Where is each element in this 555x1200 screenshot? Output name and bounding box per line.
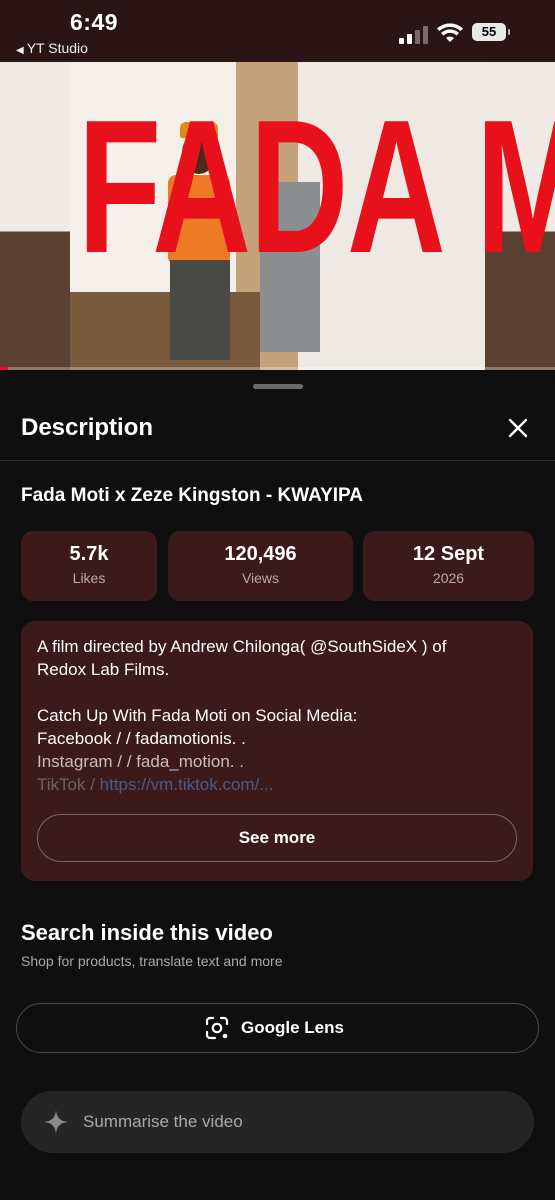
- description-line: Catch Up With Fada Moti on Social Media:: [37, 706, 358, 725]
- video-overlay-title: FADA MOTI: [77, 81, 555, 293]
- google-lens-icon: [205, 1016, 229, 1040]
- wifi-icon: [437, 23, 463, 42]
- battery-icon: 55: [472, 23, 510, 41]
- back-arrow-icon: ◀: [16, 45, 24, 56]
- summarise-placeholder: Summarise the video: [83, 1112, 243, 1131]
- stat-views: 120,496 Views: [168, 531, 353, 601]
- description-box[interactable]: A film directed by Andrew Chilonga( @Sou…: [21, 621, 533, 881]
- back-to-app-link[interactable]: ◀ YT Studio: [16, 40, 88, 56]
- description-sheet: Description Fada Moti x Zeze Kingston - …: [0, 370, 555, 1200]
- description-line: A film directed by Andrew Chilonga( @Sou…: [37, 637, 447, 656]
- description-line: TikTok / https://vm.tiktok.com/...: [37, 773, 517, 796]
- back-app-label: YT Studio: [26, 40, 88, 56]
- google-lens-button[interactable]: Google Lens: [16, 1003, 539, 1053]
- google-lens-label: Google Lens: [241, 1018, 344, 1037]
- description-line: Instagram / / fada_motion. .: [37, 752, 244, 771]
- stat-date: 12 Sept 2026: [363, 531, 534, 601]
- stat-label: Views: [241, 570, 280, 586]
- tiktok-link[interactable]: https://vm.tiktok.com/...: [100, 775, 274, 794]
- stat-value: 120,496: [224, 543, 297, 565]
- description-line: Redox Lab Films.: [37, 660, 170, 679]
- sparkle-icon: [44, 1110, 68, 1134]
- stat-value: 12 Sept: [412, 543, 485, 565]
- see-more-button[interactable]: See more: [37, 814, 517, 862]
- signal-icon: [399, 26, 429, 44]
- stat-label: Likes: [72, 570, 106, 586]
- status-bar: 6:49 ◀ YT Studio 55: [0, 0, 555, 62]
- description-text: A film directed by Andrew Chilonga( @Sou…: [37, 635, 517, 796]
- stat-value: 5.7k: [69, 543, 109, 565]
- search-section-subtitle: Shop for products, translate text and mo…: [21, 953, 283, 969]
- sheet-drag-handle[interactable]: [253, 384, 303, 389]
- description-line: Facebook / / fadamotionis. .: [37, 729, 246, 748]
- sheet-title: Description: [21, 414, 154, 441]
- search-section-title: Search inside this video: [21, 920, 273, 945]
- description-line-prefix: TikTok /: [37, 775, 100, 794]
- close-icon[interactable]: [506, 416, 530, 440]
- video-player[interactable]: FADA MOTI: [0, 62, 555, 370]
- stat-likes: 5.7k Likes: [21, 531, 157, 601]
- video-frame-left: [0, 62, 70, 370]
- stat-label: 2026: [432, 570, 465, 586]
- summarise-video-input[interactable]: Summarise the video: [21, 1091, 534, 1153]
- status-time: 6:49: [70, 9, 119, 35]
- video-progress-fill: [0, 367, 9, 370]
- video-title: Fada Moti x Zeze Kingston - KWAYIPA: [21, 485, 364, 506]
- sheet-divider: [0, 460, 555, 461]
